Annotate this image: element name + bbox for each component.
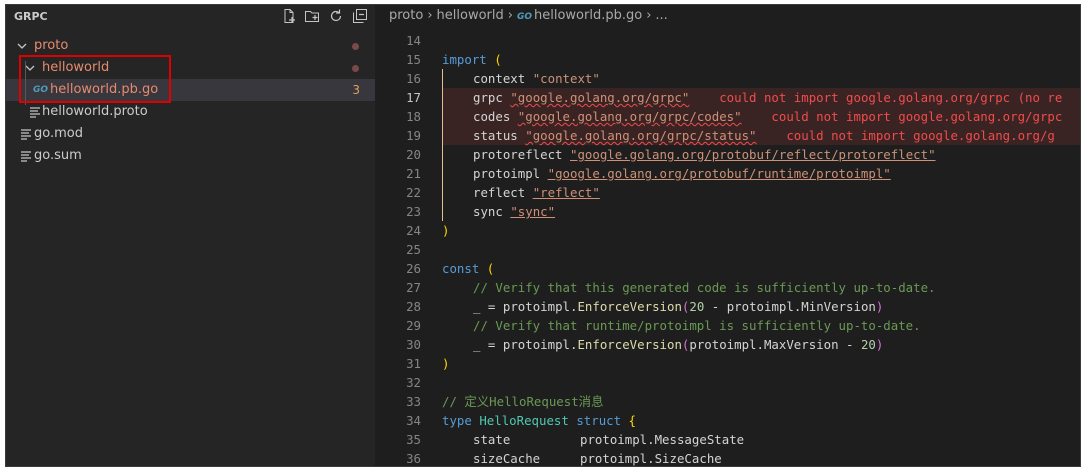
tree-item-helloworld-proto[interactable]: helloworld.proto: [6, 101, 375, 123]
tree-item-label: go.sum: [34, 148, 82, 163]
code-line: protoreflect "google.golang.org/protobuf…: [473, 147, 936, 162]
file-lines-icon: [20, 150, 32, 162]
tree-item-go-mod[interactable]: go.mod: [6, 123, 375, 145]
line-number: 36: [406, 451, 421, 466]
line-number: 18: [406, 109, 421, 124]
line-number: 29: [406, 318, 421, 333]
chevron-right-icon: ›: [646, 8, 652, 23]
code-line: state: [473, 432, 511, 447]
code-line: reflect "reflect": [473, 185, 600, 200]
file-lines-icon: [29, 106, 41, 118]
inline-error-message: could not import google.golang.org/grpc: [771, 109, 1063, 124]
code-line: protoimpl.SizeCache: [580, 451, 722, 466]
code-editor[interactable]: proto › helloworld › GO helloworld.pb.go ›... …: [375, 5, 1080, 466]
line-number: 34: [406, 413, 421, 428]
line-number: 25: [406, 242, 421, 257]
code-line: // 定义HelloRequest消息: [442, 394, 604, 409]
line-number: 32: [406, 375, 421, 390]
tree-item-proto[interactable]: proto: [6, 35, 375, 57]
code-line: context "context": [473, 71, 600, 86]
annotation-highlight-box: [19, 55, 171, 103]
line-number: 21: [406, 166, 421, 181]
bracket-guide: [442, 69, 443, 221]
code-line: import (: [442, 52, 502, 67]
line-number: 22: [406, 185, 421, 200]
explorer-title: GRPC: [14, 10, 48, 23]
line-number: 31: [406, 356, 421, 371]
code-line: protoimpl "google.golang.org/protobuf/ru…: [473, 166, 891, 181]
code-line: grpc "google.golang.org/grpc" could not …: [473, 90, 1063, 105]
line-number: 23: [406, 204, 421, 219]
code-line: codes "google.golang.org/grpc/codes" cou…: [473, 109, 1063, 124]
tree-item-label: helloworld.proto: [42, 104, 148, 119]
go-file-icon: GO: [516, 12, 532, 22]
code-line: sync "sync": [473, 204, 556, 219]
tree-item-go-sum[interactable]: go.sum: [6, 145, 375, 167]
line-number: 24: [406, 223, 421, 238]
modified-dot: [352, 65, 359, 72]
code-line: protoimpl.MessageState: [580, 432, 745, 447]
breadcrumb-item[interactable]: helloworld.pb.go: [534, 8, 642, 23]
code-line: status "google.golang.org/grpc/status" c…: [473, 128, 1055, 143]
code-line: ): [442, 356, 450, 371]
line-number-active: 17: [406, 90, 421, 105]
chevron-right-icon: ›: [427, 8, 433, 23]
code-line: _ = protoimpl.EnforceVersion(20 - protoi…: [473, 299, 884, 314]
breadcrumb: proto › helloworld › GO helloworld.pb.go ›...: [375, 5, 1080, 27]
line-number: 16: [406, 71, 421, 86]
code-line: sizeCache: [473, 451, 541, 466]
explorer-header: GRPC: [6, 5, 375, 27]
chevron-right-icon: ›: [507, 8, 513, 23]
new-folder-icon[interactable]: [304, 8, 320, 24]
tree-item-label: proto: [34, 38, 69, 53]
refresh-icon[interactable]: [328, 8, 344, 24]
code-line: // Verify that runtime/protoimpl is suff…: [473, 318, 921, 333]
breadcrumb-item[interactable]: helloworld: [437, 8, 504, 23]
line-number: 35: [406, 432, 421, 447]
breadcrumb-item[interactable]: ...: [655, 8, 667, 23]
code-line: const (: [442, 261, 495, 276]
new-file-icon[interactable]: [281, 8, 297, 24]
line-number: 14: [406, 33, 421, 48]
problem-count-badge: 3: [352, 83, 360, 97]
code-line: ): [442, 223, 450, 238]
explorer-sidebar: GRPC proto helloworld GO helloworld.pb.g…: [6, 5, 375, 466]
inline-error-message: could not import google.golang.org/grpc …: [719, 90, 1063, 105]
line-number: 20: [406, 147, 421, 162]
line-number: 19: [406, 128, 421, 143]
chevron-down-icon: [15, 39, 29, 53]
file-lines-icon: [20, 128, 32, 140]
breadcrumb-item[interactable]: proto: [389, 8, 423, 23]
line-number: 30: [406, 337, 421, 352]
tree-item-label: go.mod: [34, 126, 83, 141]
code-line: type HelloRequest struct {: [442, 413, 637, 428]
line-number: 27: [406, 280, 421, 295]
inline-error-message: could not import google.golang.org/g: [786, 128, 1055, 143]
vscode-window: GRPC proto helloworld GO helloworld.pb.g…: [5, 4, 1081, 467]
code-line: // Verify that this generated code is su…: [473, 280, 936, 295]
code-area[interactable]: 14 15 16 17 18 19 20 21 22 23 24 25 26 2…: [375, 31, 1080, 466]
code-line: _ = protoimpl.EnforceVersion(protoimpl.M…: [473, 337, 884, 352]
line-number: 33: [406, 394, 421, 409]
line-number: 15: [406, 52, 421, 67]
modified-dot: [352, 43, 359, 50]
collapse-all-icon[interactable]: [352, 8, 368, 24]
line-number: 26: [406, 261, 421, 276]
line-number: 28: [406, 299, 421, 314]
